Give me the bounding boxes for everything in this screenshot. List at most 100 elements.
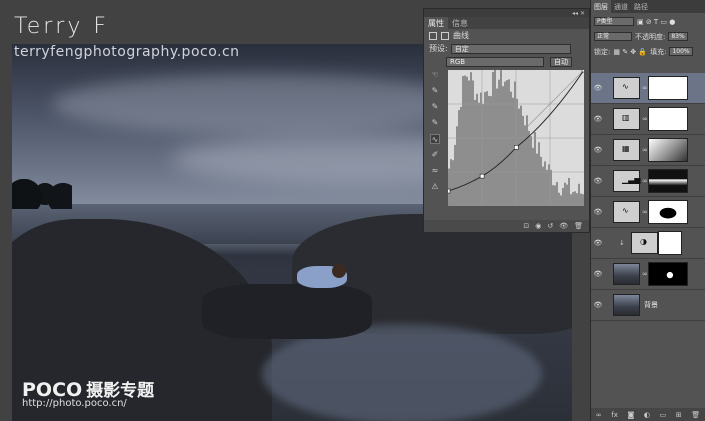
layer-mask-thumbnail[interactable]: [648, 169, 688, 193]
white-eyedropper-icon[interactable]: ✎: [430, 118, 440, 128]
on-image-adjust-icon[interactable]: ☜: [430, 70, 440, 80]
histogram-bar: [544, 161, 546, 206]
curve-control-point[interactable]: [581, 70, 584, 73]
tab-properties[interactable]: 属性: [424, 17, 448, 29]
histogram-bar: [530, 136, 532, 206]
histogram-bar: [496, 88, 498, 206]
histogram-bar: [550, 169, 552, 206]
levels-layer-icon: ▥: [613, 108, 640, 130]
histogram-bar: [562, 187, 564, 206]
center-rock: [202, 284, 372, 339]
blend-mode-select[interactable]: 正常: [594, 32, 632, 41]
reset-icon[interactable]: ↺: [547, 222, 553, 230]
filter-icons[interactable]: ▣ ⊘ T ▭ ●: [637, 18, 675, 26]
layer-row[interactable]: 👁 ▦ ∞: [591, 135, 705, 166]
histogram-bar: [490, 96, 492, 206]
auto-button[interactable]: 自动: [550, 56, 572, 67]
properties-tabs: 属性 信息: [424, 17, 589, 29]
fill-field[interactable]: 100%: [669, 47, 693, 56]
layer-mask-thumbnail[interactable]: [648, 138, 688, 162]
view-previous-icon[interactable]: ◉: [535, 222, 541, 230]
tab-channels[interactable]: 通道: [611, 0, 631, 13]
fx-icon[interactable]: fx: [611, 411, 618, 419]
layer-mask-thumbnail[interactable]: [658, 231, 682, 255]
histogram-bar: [548, 164, 550, 206]
trees: [12, 179, 72, 209]
layer-mask-thumbnail[interactable]: [648, 200, 688, 224]
layer-mask-thumbnail[interactable]: [648, 262, 688, 286]
eye-icon[interactable]: 👁: [591, 177, 605, 185]
curve-control-point[interactable]: [448, 188, 451, 194]
opacity-field[interactable]: 83%: [668, 32, 688, 41]
histogram-bar: [552, 185, 554, 206]
layer-mask-thumbnail[interactable]: [648, 107, 688, 131]
histogram-bar: [536, 153, 538, 206]
histogram-bar: [522, 115, 524, 206]
histogram-bar: [462, 76, 464, 206]
tab-paths[interactable]: 路径: [631, 0, 651, 13]
new-adjustment-icon[interactable]: ◐: [644, 411, 650, 419]
histogram-layer-icon: ▁▃▅: [613, 170, 640, 192]
link-layers-icon[interactable]: ∞: [596, 411, 602, 419]
histogram-bar: [576, 193, 578, 206]
histogram-bar: [460, 106, 462, 206]
curve-graph[interactable]: [448, 70, 584, 206]
eye-icon[interactable]: 👁: [591, 84, 605, 92]
curve-control-point[interactable]: [513, 145, 519, 150]
histogram-bar: [574, 191, 576, 206]
gray-eyedropper-icon[interactable]: ✎: [430, 102, 440, 112]
histogram-bar: [454, 144, 456, 206]
layer-row[interactable]: 👁 背景: [591, 290, 705, 321]
clip-to-layer-icon[interactable]: ⊡: [523, 222, 529, 230]
filter-row: P类型 ▣ ⊘ T ▭ ●: [591, 16, 705, 27]
histogram-bar: [452, 160, 454, 206]
eye-icon[interactable]: 👁: [591, 239, 605, 247]
new-layer-icon[interactable]: ⊞: [676, 411, 682, 419]
layer-row[interactable]: 👁 ∿ ∞: [591, 197, 705, 228]
curves-tools: ☜ ✎ ✎ ✎ ∿ ✐ ≈ ⚠: [428, 70, 442, 192]
black-eyedropper-icon[interactable]: ✎: [430, 86, 440, 96]
layer-row[interactable]: 👁 ↓ ◑: [591, 228, 705, 259]
collapse-icon[interactable]: ◂◂ ✕: [572, 10, 585, 17]
lock-label: 锁定:: [594, 47, 611, 56]
layer-row[interactable]: 👁 ▁▃▅ ∞: [591, 166, 705, 197]
preset-label: 预设:: [429, 44, 448, 53]
histogram-bar: [538, 142, 540, 206]
visibility-icon[interactable]: 👁: [559, 222, 568, 230]
tab-info[interactable]: 信息: [448, 17, 472, 29]
layer-row[interactable]: 👁 ∞: [591, 259, 705, 290]
pencil-icon[interactable]: ✐: [430, 150, 440, 160]
channel-row: RGB 自动: [424, 55, 589, 68]
panel-collapse-strip[interactable]: ◂◂ ✕: [424, 9, 589, 17]
tab-layers[interactable]: 图层: [591, 0, 611, 13]
fill-label: 填充:: [650, 47, 667, 56]
delete-icon[interactable]: 🗑: [574, 222, 583, 230]
layer-name: 背景: [644, 301, 658, 309]
preset-select[interactable]: 自定: [450, 43, 571, 54]
eye-icon[interactable]: 👁: [591, 115, 605, 123]
histogram-bar: [498, 79, 500, 206]
curve-control-point[interactable]: [479, 173, 485, 179]
curves-layer-icon: ∿: [613, 77, 640, 99]
cloud-shape: [52, 74, 472, 134]
layer-row[interactable]: 👁 ∿ ∞: [591, 73, 705, 104]
eye-icon[interactable]: 👁: [591, 146, 605, 154]
mask-icon[interactable]: [441, 31, 449, 40]
layer-row[interactable]: 👁 ▥ ∞: [591, 104, 705, 135]
warning-icon[interactable]: ⚠: [430, 182, 440, 192]
eye-icon[interactable]: 👁: [591, 301, 605, 309]
eye-icon[interactable]: 👁: [591, 270, 605, 278]
histogram-bar: [458, 110, 460, 206]
opacity-label: 不透明度:: [635, 32, 666, 41]
new-group-icon[interactable]: ▭: [660, 411, 667, 419]
layer-kind-select[interactable]: P类型: [594, 17, 634, 26]
histogram-bar: [478, 102, 480, 206]
delete-layer-icon[interactable]: 🗑: [691, 411, 700, 419]
add-mask-icon[interactable]: ◙: [627, 411, 634, 419]
smooth-icon[interactable]: ≈: [430, 166, 440, 176]
curve-point-icon[interactable]: ∿: [430, 134, 440, 144]
eye-icon[interactable]: 👁: [591, 208, 605, 216]
channel-select[interactable]: RGB: [446, 56, 544, 67]
layer-mask-thumbnail[interactable]: [648, 76, 688, 100]
lock-icons[interactable]: ▦ ✎ ✥ 🔒: [613, 48, 647, 56]
